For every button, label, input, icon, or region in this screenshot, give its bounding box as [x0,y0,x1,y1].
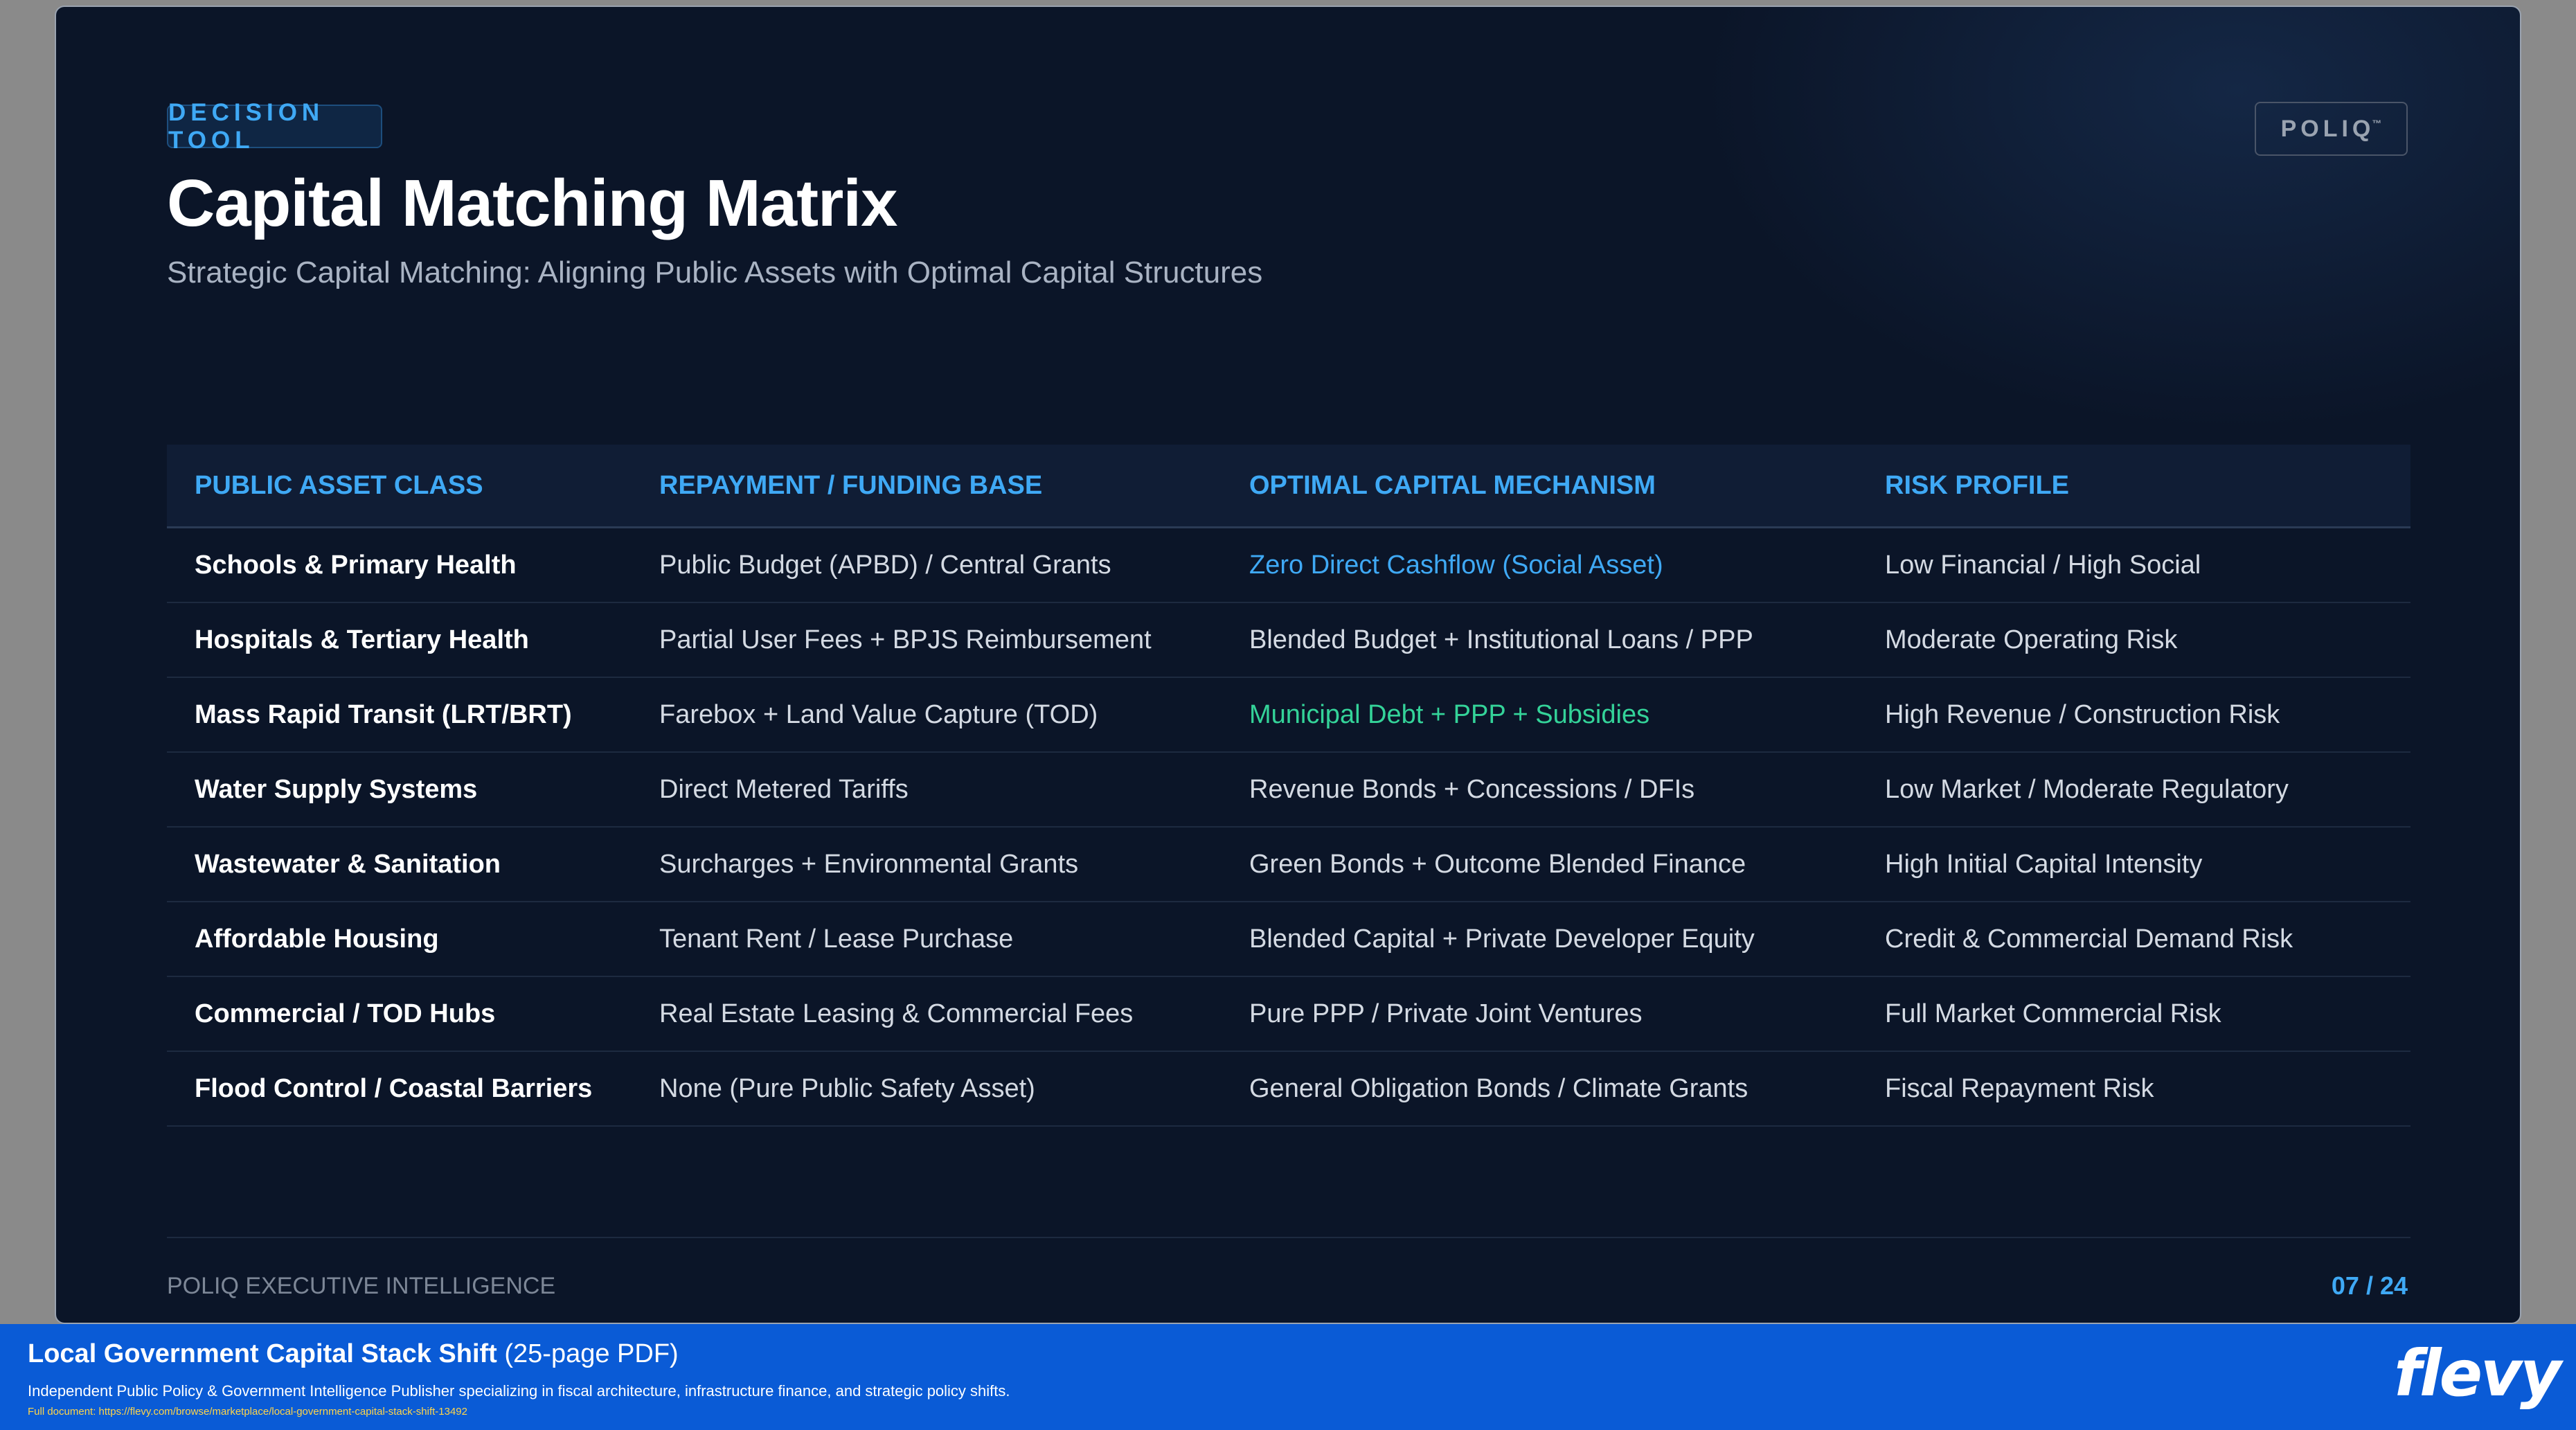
cell-capital-mechanism: Municipal Debt + PPP + Subsidies [1249,699,1650,729]
cell-funding-base: Partial User Fees + BPJS Reimbursement [659,625,1152,654]
banner-document-link[interactable]: Full document: https://flevy.com/browse/… [28,1406,467,1418]
page-number: 07 / 24 [2331,1271,2408,1300]
document-banner[interactable]: Local Government Capital Stack Shift (25… [0,1324,2576,1430]
capital-matching-table: PUBLIC ASSET CLASS REPAYMENT / FUNDING B… [167,445,2410,1127]
cell-capital-mechanism: Blended Capital + Private Developer Equi… [1249,924,1755,954]
cell-funding-base: None (Pure Public Safety Asset) [659,1073,1035,1103]
cell-funding-base: Direct Metered Tariffs [659,774,909,804]
page-subtitle: Strategic Capital Matching: Aligning Pub… [167,256,1263,289]
cell-risk-profile: Full Market Commercial Risk [1885,999,2221,1028]
cell-risk-profile: Moderate Operating Risk [1885,625,2178,654]
table-row: Hospitals & Tertiary Health Partial User… [167,603,2410,678]
table-header: PUBLIC ASSET CLASS REPAYMENT / FUNDING B… [167,445,2410,528]
cell-capital-mechanism: Revenue Bonds + Concessions / DFIs [1249,774,1695,804]
banner-description: Independent Public Policy & Government I… [28,1382,1010,1400]
cell-asset-class: Schools & Primary Health [195,550,517,580]
banner-title[interactable]: Local Government Capital Stack Shift (25… [28,1339,679,1369]
cell-funding-base: Surcharges + Environmental Grants [659,849,1079,879]
cell-funding-base: Public Budget (APBD) / Central Grants [659,550,1111,580]
cell-capital-mechanism: General Obligation Bonds / Climate Grant… [1249,1073,1748,1103]
cell-capital-mechanism: Pure PPP / Private Joint Ventures [1249,999,1643,1028]
cell-funding-base: Farebox + Land Value Capture (TOD) [659,699,1098,729]
cell-asset-class: Hospitals & Tertiary Health [195,625,529,654]
page-title: Capital Matching Matrix [167,166,897,240]
cell-risk-profile: Credit & Commercial Demand Risk [1885,924,2293,954]
footer-publisher: POLIQ EXECUTIVE INTELLIGENCE [167,1273,556,1299]
table-row: Affordable Housing Tenant Rent / Lease P… [167,902,2410,977]
flevy-logo[interactable]: flevy [2394,1337,2561,1411]
cell-risk-profile: High Initial Capital Intensity [1885,849,2203,879]
slide: DECISION TOOL Capital Matching Matrix St… [56,7,2520,1323]
cell-asset-class: Wastewater & Sanitation [195,849,501,879]
header-capital-mechanism: OPTIMAL CAPITAL MECHANISM [1249,470,1656,500]
header-risk-profile: RISK PROFILE [1885,470,2070,500]
cell-funding-base: Tenant Rent / Lease Purchase [659,924,1014,954]
table-row: Commercial / TOD Hubs Real Estate Leasin… [167,977,2410,1052]
cell-asset-class: Water Supply Systems [195,774,478,804]
table-row: Flood Control / Coastal Barriers None (P… [167,1052,2410,1127]
header-funding-base: REPAYMENT / FUNDING BASE [659,470,1043,500]
table-row: Schools & Primary Health Public Budget (… [167,528,2410,603]
poliq-logo: POLIQ ™ [2255,102,2408,156]
cell-capital-mechanism: Green Bonds + Outcome Blended Finance [1249,849,1746,879]
footer-divider [167,1237,2410,1238]
trademark-mark: ™ [2372,118,2382,129]
header-asset-class: PUBLIC ASSET CLASS [195,470,483,500]
cell-asset-class: Affordable Housing [195,924,439,954]
cell-risk-profile: Low Market / Moderate Regulatory [1885,774,2289,804]
cell-asset-class: Commercial / TOD Hubs [195,999,496,1028]
decision-tool-badge: DECISION TOOL [167,99,382,154]
table-row: Water Supply Systems Direct Metered Tari… [167,753,2410,828]
cell-capital-mechanism: Blended Budget + Institutional Loans / P… [1249,625,1753,654]
cell-risk-profile: High Revenue / Construction Risk [1885,699,2280,729]
cell-capital-mechanism: Zero Direct Cashflow (Social Asset) [1249,550,1663,580]
table-row: Wastewater & Sanitation Surcharges + Env… [167,828,2410,902]
cell-asset-class: Mass Rapid Transit (LRT/BRT) [195,699,572,729]
cell-funding-base: Real Estate Leasing & Commercial Fees [659,999,1134,1028]
cell-asset-class: Flood Control / Coastal Barriers [195,1073,593,1103]
table-row: Mass Rapid Transit (LRT/BRT) Farebox + L… [167,678,2410,753]
cell-risk-profile: Fiscal Repayment Risk [1885,1073,2154,1103]
banner-doc-name: Local Government Capital Stack Shift [28,1339,497,1368]
cell-risk-profile: Low Financial / High Social [1885,550,2201,580]
banner-page-count: (25-page PDF) [497,1339,679,1368]
logo-text: POLIQ [2280,115,2375,142]
